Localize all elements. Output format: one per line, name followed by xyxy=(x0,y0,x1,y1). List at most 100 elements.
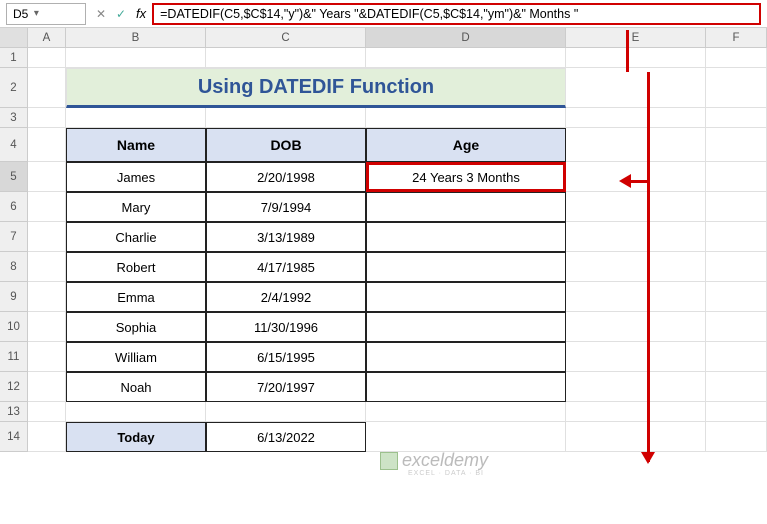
cell-name[interactable]: Noah xyxy=(66,372,206,402)
cell[interactable] xyxy=(28,48,66,68)
cell-age[interactable] xyxy=(366,222,566,252)
cell[interactable] xyxy=(28,422,66,452)
cell[interactable] xyxy=(566,162,706,192)
formula-bar[interactable]: =DATEDIF(C5,$C$14,"y")&" Years "&DATEDIF… xyxy=(152,3,761,25)
cell[interactable] xyxy=(566,192,706,222)
cell-name[interactable]: Mary xyxy=(66,192,206,222)
row-header-2[interactable]: 2 xyxy=(0,68,28,108)
chevron-down-icon[interactable]: ▾ xyxy=(28,8,44,19)
cancel-formula-icon[interactable]: ✕ xyxy=(92,5,110,23)
cell-dob[interactable]: 2/20/1998 xyxy=(206,162,366,192)
row-header-6[interactable]: 6 xyxy=(0,192,28,222)
cell-dob[interactable]: 7/20/1997 xyxy=(206,372,366,402)
cell[interactable] xyxy=(366,402,566,422)
cell[interactable] xyxy=(206,402,366,422)
cell[interactable] xyxy=(366,48,566,68)
cell-name[interactable]: Emma xyxy=(66,282,206,312)
cell[interactable] xyxy=(28,312,66,342)
cell[interactable] xyxy=(28,222,66,252)
cell-name[interactable]: Charlie xyxy=(66,222,206,252)
cell[interactable] xyxy=(706,422,767,452)
row-header-9[interactable]: 9 xyxy=(0,282,28,312)
row-header-3[interactable]: 3 xyxy=(0,108,28,128)
cell-age[interactable] xyxy=(366,312,566,342)
cell[interactable] xyxy=(706,402,767,422)
cell[interactable] xyxy=(28,282,66,312)
col-header-E[interactable]: E xyxy=(566,28,706,47)
cell[interactable] xyxy=(66,48,206,68)
title-cell[interactable]: Using DATEDIF Function xyxy=(66,68,566,108)
cell[interactable] xyxy=(706,312,767,342)
fx-icon[interactable]: fx xyxy=(136,6,146,21)
cell[interactable] xyxy=(566,222,706,252)
cell[interactable] xyxy=(366,422,566,452)
cell[interactable] xyxy=(66,402,206,422)
col-header-B[interactable]: B xyxy=(66,28,206,47)
today-label-cell[interactable]: Today xyxy=(66,422,206,452)
cell[interactable] xyxy=(28,128,66,162)
select-all-corner[interactable] xyxy=(0,28,28,47)
cell[interactable] xyxy=(566,422,706,452)
cell-age[interactable] xyxy=(366,282,566,312)
row-header-7[interactable]: 7 xyxy=(0,222,28,252)
cell[interactable] xyxy=(706,128,767,162)
cell[interactable] xyxy=(706,162,767,192)
cell-dob[interactable]: 2/4/1992 xyxy=(206,282,366,312)
cell[interactable] xyxy=(566,252,706,282)
cell[interactable] xyxy=(28,402,66,422)
table-header-age[interactable]: Age xyxy=(366,128,566,162)
row-header-10[interactable]: 10 xyxy=(0,312,28,342)
col-header-D[interactable]: D xyxy=(366,28,566,47)
cell[interactable] xyxy=(28,192,66,222)
table-header-name[interactable]: Name xyxy=(66,128,206,162)
row-header-8[interactable]: 8 xyxy=(0,252,28,282)
name-box[interactable]: D5 ▾ xyxy=(6,3,86,25)
cell[interactable] xyxy=(566,402,706,422)
row-header-13[interactable]: 13 xyxy=(0,402,28,422)
col-header-A[interactable]: A xyxy=(28,28,66,47)
today-value-cell[interactable]: 6/13/2022 xyxy=(206,422,366,452)
cell[interactable] xyxy=(706,372,767,402)
cell[interactable] xyxy=(566,282,706,312)
row-header-4[interactable]: 4 xyxy=(0,128,28,162)
cell-dob[interactable]: 6/15/1995 xyxy=(206,342,366,372)
cell[interactable] xyxy=(28,372,66,402)
cell-age[interactable] xyxy=(366,192,566,222)
accept-formula-icon[interactable]: ✓ xyxy=(112,5,130,23)
cell[interactable] xyxy=(28,108,66,128)
table-header-dob[interactable]: DOB xyxy=(206,128,366,162)
cell[interactable] xyxy=(66,108,206,128)
cell[interactable] xyxy=(206,108,366,128)
cell-name[interactable]: William xyxy=(66,342,206,372)
cell-dob[interactable]: 11/30/1996 xyxy=(206,312,366,342)
cell[interactable] xyxy=(566,68,706,108)
cell[interactable] xyxy=(366,108,566,128)
cell[interactable] xyxy=(28,68,66,108)
cell[interactable] xyxy=(706,252,767,282)
cell[interactable] xyxy=(706,108,767,128)
cell[interactable] xyxy=(706,222,767,252)
cell[interactable] xyxy=(706,48,767,68)
cell-name[interactable]: Sophia xyxy=(66,312,206,342)
cell[interactable] xyxy=(28,342,66,372)
cell-age[interactable] xyxy=(366,342,566,372)
cell[interactable] xyxy=(706,282,767,312)
cell[interactable] xyxy=(206,48,366,68)
cell[interactable] xyxy=(28,252,66,282)
cell[interactable] xyxy=(566,372,706,402)
cell[interactable] xyxy=(566,128,706,162)
cell-age-selected[interactable]: 24 Years 3 Months xyxy=(366,162,566,192)
col-header-C[interactable]: C xyxy=(206,28,366,47)
cell[interactable] xyxy=(566,312,706,342)
cell[interactable] xyxy=(566,48,706,68)
row-header-12[interactable]: 12 xyxy=(0,372,28,402)
cell[interactable] xyxy=(566,108,706,128)
cell[interactable] xyxy=(706,68,767,108)
row-header-1[interactable]: 1 xyxy=(0,48,28,68)
cell-dob[interactable]: 4/17/1985 xyxy=(206,252,366,282)
cell-age[interactable] xyxy=(366,372,566,402)
cell[interactable] xyxy=(706,192,767,222)
cell[interactable] xyxy=(706,342,767,372)
cell[interactable] xyxy=(28,162,66,192)
cell-dob[interactable]: 3/13/1989 xyxy=(206,222,366,252)
